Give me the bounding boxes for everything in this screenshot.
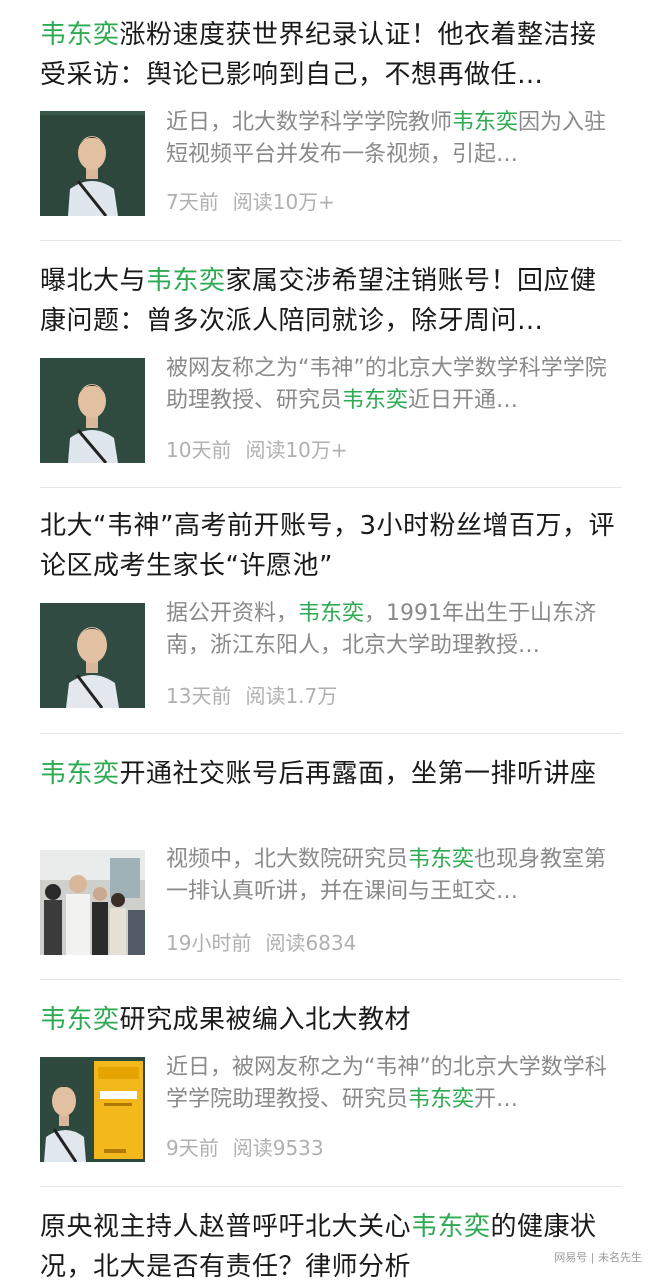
publish-time: 13天前 xyxy=(166,684,232,708)
article-title[interactable]: 韦东奕开通社交账号后再露面，坐第一排听讲座 xyxy=(40,754,620,834)
keyword-highlight: 韦东奕 xyxy=(298,601,365,626)
article-summary: 视频中，北大数院研究员韦东奕也现身教室第一排认真听讲，并在课间与王虹交… xyxy=(166,844,622,908)
watermark-author: 未名先生 xyxy=(598,1251,642,1264)
man-at-blackboard-photo-icon xyxy=(40,111,145,216)
article-card[interactable]: 韦东奕涨粉速度获世界纪录认证！他衣着整洁接受采访：舆论已影响到自己，不想再做任…… xyxy=(0,0,660,240)
man-at-blackboard-photo-icon xyxy=(40,603,145,708)
article-title[interactable]: 韦东奕涨粉速度获世界纪录认证！他衣着整洁接受采访：舆论已影响到自己，不想再做任… xyxy=(40,15,620,95)
text-run: 开通社交账号后再露面，坐第一排听讲座 xyxy=(119,759,597,789)
article-card[interactable]: 韦东奕研究成果被编入北大教材 近日，被网友称之为“韦神”的北京大学数学科学学院助… xyxy=(0,980,660,1185)
article-summary: 近日，北大数学科学学院教师韦东奕因为入驻短视频平台并发布一条视频，引起… xyxy=(166,107,622,171)
article-meta: 7天前 阅读10万+ xyxy=(166,186,335,215)
keyword-highlight: 韦东奕 xyxy=(452,110,519,135)
crowd-in-hall-photo-icon xyxy=(40,850,145,955)
article-summary: 被网友称之为“韦神”的北京大学数学科学学院助理教授、研究员韦东奕近日开通… xyxy=(166,353,622,417)
article-summary: 据公开资料，韦东奕，1991年出生于山东济南，浙江东阳人，北京大学助理教授… xyxy=(166,598,622,662)
text-run: 近日，被网友称之为“韦神”的北京大学数学科学学院助理教授、研究员 xyxy=(166,1055,607,1112)
keyword-highlight: 韦东奕 xyxy=(146,266,226,296)
article-thumbnail[interactable] xyxy=(40,603,145,708)
source-watermark: 网易号 | 未名先生 xyxy=(550,1248,646,1266)
article-title[interactable]: 北大“韦神”高考前开账号，3小时粉丝增百万，评论区成考生家长“许愿池” xyxy=(40,506,620,586)
watermark-brand: 网易号 xyxy=(554,1251,588,1264)
text-run: 涨粉速度获世界纪录认证！他衣着整洁接受采访：舆论已影响到自己，不想再做任… xyxy=(40,20,597,90)
article-meta: 9天前 阅读9533 xyxy=(166,1132,324,1161)
keyword-highlight: 韦东奕 xyxy=(411,1212,491,1242)
article-thumbnail[interactable] xyxy=(40,111,145,216)
article-title[interactable]: 韦东奕研究成果被编入北大教材 xyxy=(40,1000,620,1040)
keyword-highlight: 韦东奕 xyxy=(40,759,120,789)
keyword-highlight: 韦东奕 xyxy=(342,388,409,413)
publish-time: 7天前 xyxy=(166,190,219,214)
publish-time: 10天前 xyxy=(166,438,232,462)
article-meta: 10天前 阅读10万+ xyxy=(166,434,348,463)
read-count: 阅读6834 xyxy=(265,931,357,955)
text-run: 北大“韦神”高考前开账号，3小时粉丝增百万，评论区成考生家长“许愿池” xyxy=(40,511,615,581)
text-run: 视频中，北大数院研究员 xyxy=(166,847,409,872)
text-run: 开… xyxy=(474,1087,519,1112)
read-count: 阅读10万+ xyxy=(245,438,348,462)
article-title[interactable]: 原央视主持人赵普呼吁北大关心韦东奕的健康状况，北大是否有责任？律师分析 xyxy=(40,1207,620,1287)
news-feed: 韦东奕涨粉速度获世界纪录认证！他衣着整洁接受采访：舆论已影响到自己，不想再做任…… xyxy=(0,0,660,1282)
article-card[interactable]: 北大“韦神”高考前开账号，3小时粉丝增百万，评论区成考生家长“许愿池” 据公开资… xyxy=(0,488,660,733)
text-run: 曝北大与 xyxy=(40,266,147,296)
text-run: 近日，北大数学科学学院教师 xyxy=(166,110,453,135)
publish-time: 19小时前 xyxy=(166,931,252,955)
article-card[interactable]: 曝北大与韦东奕家属交涉希望注销账号！回应健康问题：曾多次派人陪同就诊，除牙周问…… xyxy=(0,241,660,486)
article-meta: 13天前 阅读1.7万 xyxy=(166,680,337,709)
keyword-highlight: 韦东奕 xyxy=(40,1005,120,1035)
article-thumbnail[interactable] xyxy=(40,358,145,463)
text-run: 近日开通… xyxy=(408,388,519,413)
publish-time: 9天前 xyxy=(166,1136,219,1160)
article-title[interactable]: 曝北大与韦东奕家属交涉希望注销账号！回应健康问题：曾多次派人陪同就诊，除牙周问… xyxy=(40,261,620,341)
article-meta: 19小时前 阅读6834 xyxy=(166,927,356,956)
keyword-highlight: 韦东奕 xyxy=(40,20,120,50)
text-run: 原央视主持人赵普呼吁北大关心 xyxy=(40,1212,412,1242)
keyword-highlight: 韦东奕 xyxy=(408,847,475,872)
text-run: 研究成果被编入北大教材 xyxy=(119,1005,412,1035)
article-card[interactable]: 韦东奕开通社交账号后再露面，坐第一排听讲座 视频中，北大数院研究员韦东奕也现身教… xyxy=(0,734,660,979)
article-thumbnail[interactable] xyxy=(40,1057,145,1162)
article-summary: 近日，被网友称之为“韦神”的北京大学数学科学学院助理教授、研究员韦东奕开… xyxy=(166,1052,622,1116)
man-and-textbook-photo-icon xyxy=(40,1057,145,1162)
read-count: 阅读1.7万 xyxy=(245,684,338,708)
text-run: 据公开资料， xyxy=(166,601,299,626)
read-count: 阅读9533 xyxy=(232,1136,324,1160)
keyword-highlight: 韦东奕 xyxy=(408,1087,475,1112)
read-count: 阅读10万+ xyxy=(232,190,335,214)
article-thumbnail[interactable] xyxy=(40,850,145,955)
man-at-blackboard-photo-icon xyxy=(40,358,145,463)
